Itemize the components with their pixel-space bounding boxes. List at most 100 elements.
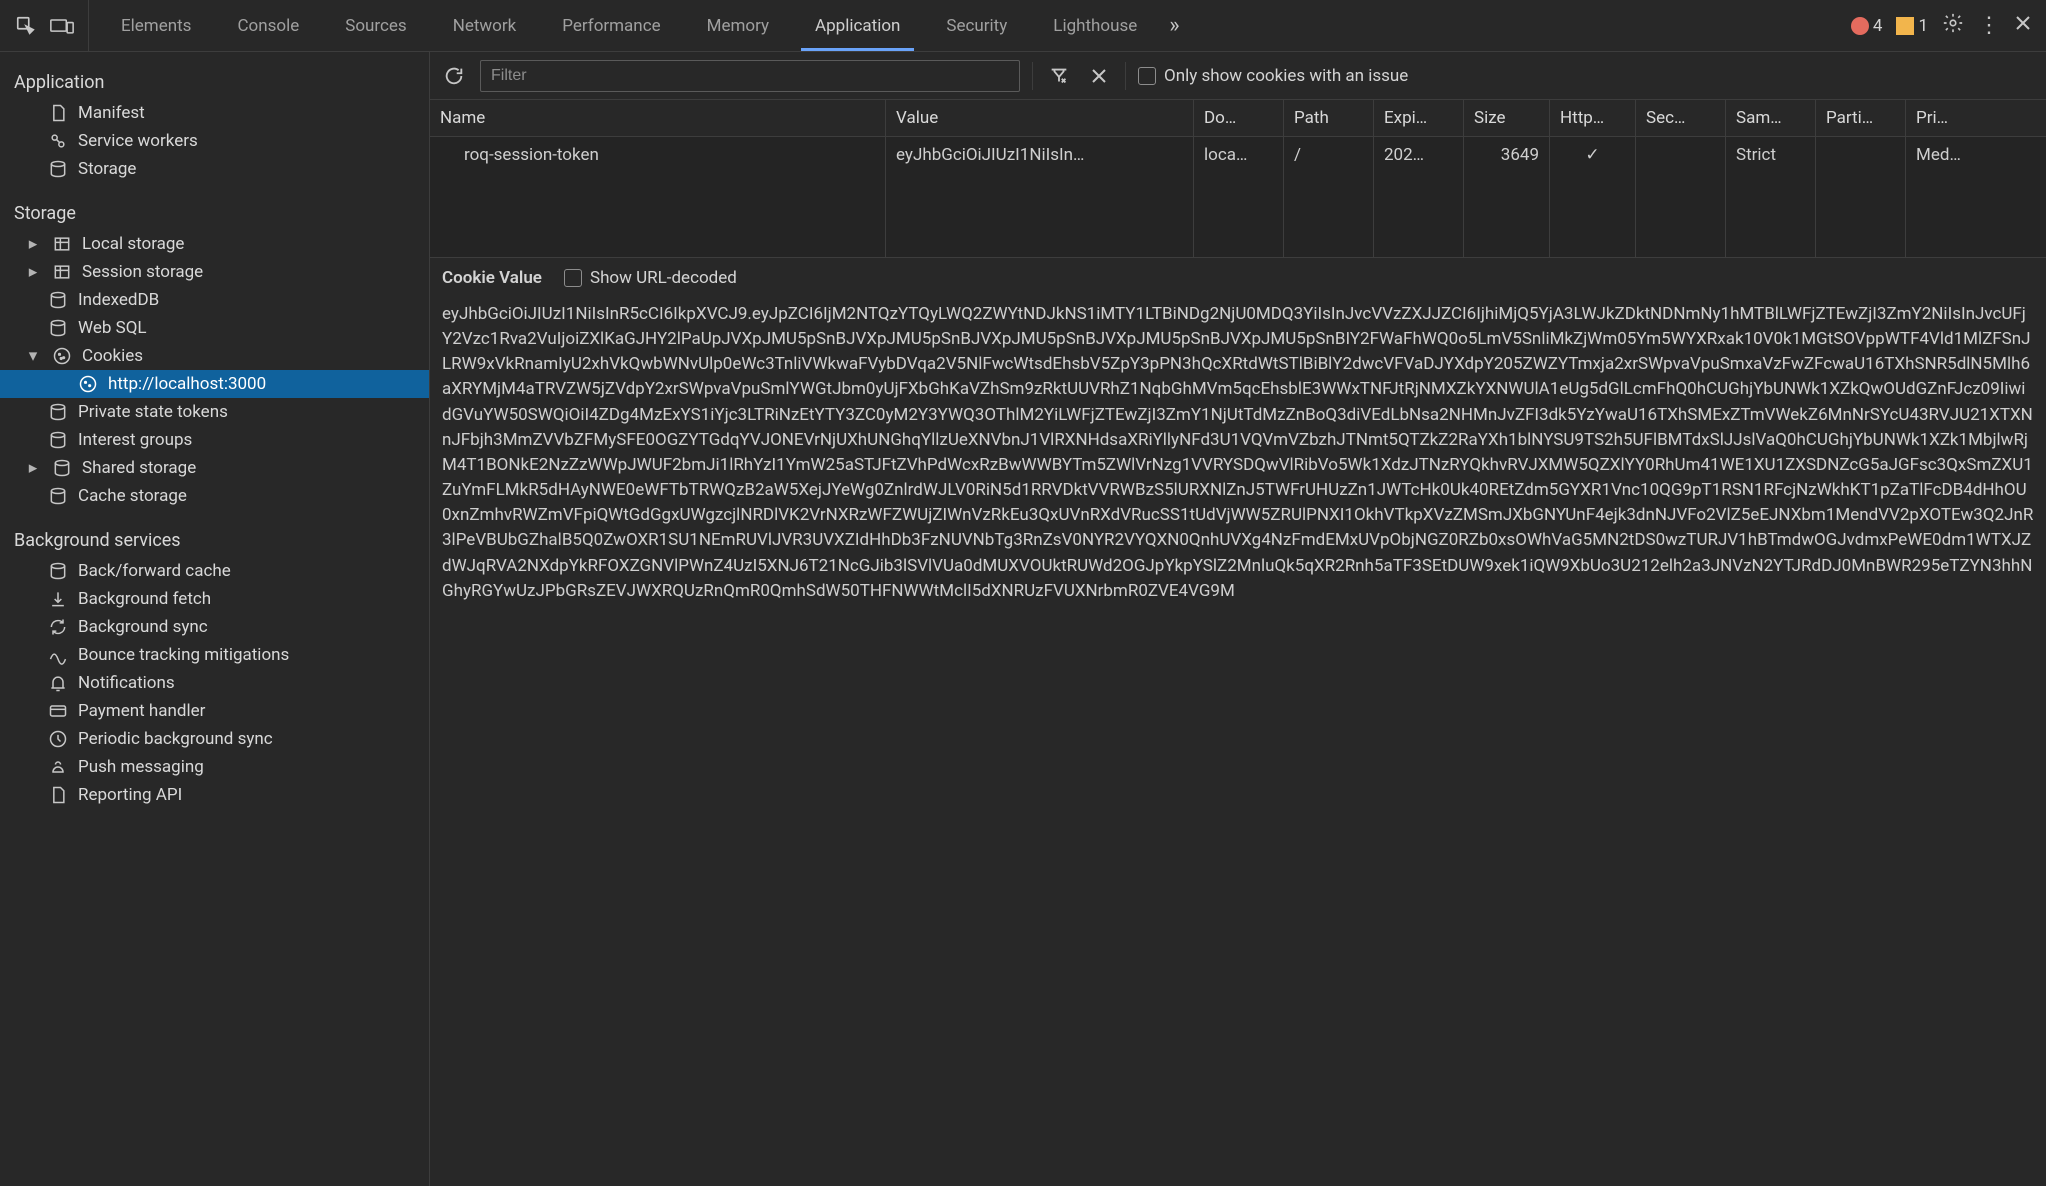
- filter-input[interactable]: [480, 60, 1020, 92]
- cell-domain: loca…: [1194, 137, 1284, 257]
- section-application: Application: [0, 62, 429, 99]
- col-secure[interactable]: Sec…: [1636, 100, 1726, 136]
- sidebar-item-label: Shared storage: [82, 458, 196, 478]
- sidebar-item-label: Bounce tracking mitigations: [78, 645, 289, 665]
- col-path[interactable]: Path: [1284, 100, 1374, 136]
- cookies-table-header: Name Value Do… Path Expi… Size Http… Sec…: [430, 100, 2046, 137]
- sidebar-item-service-workers[interactable]: Service workers: [0, 127, 429, 155]
- tab-console[interactable]: Console: [223, 0, 313, 51]
- sidebar-item-label: Back/forward cache: [78, 561, 231, 581]
- sidebar-item-manifest[interactable]: Manifest: [0, 99, 429, 127]
- expand-icon[interactable]: ▸: [24, 234, 42, 254]
- sidebar-item-reporting-api[interactable]: Reporting API: [0, 781, 429, 809]
- sidebar-item-label: IndexedDB: [78, 290, 159, 310]
- sidebar-item-label: Session storage: [82, 262, 203, 282]
- section-background-services: Background services: [0, 520, 429, 557]
- application-sidebar: Application Manifest Service workers Sto…: [0, 52, 430, 1186]
- sidebar-item-push-messaging[interactable]: Push messaging: [0, 753, 429, 781]
- checkbox-icon: [564, 269, 582, 287]
- sidebar-item-session-storage[interactable]: ▸ Session storage: [0, 258, 429, 286]
- tab-sources[interactable]: Sources: [331, 0, 420, 51]
- sidebar-item-cookies-origin[interactable]: http://localhost:3000: [0, 370, 429, 398]
- col-value[interactable]: Value: [886, 100, 1194, 136]
- sidebar-item-label: Service workers: [78, 131, 198, 151]
- col-httponly[interactable]: Http…: [1550, 100, 1636, 136]
- sidebar-item-bounce-tracking[interactable]: Bounce tracking mitigations: [0, 641, 429, 669]
- sidebar-item-cache-storage[interactable]: Cache storage: [0, 482, 429, 510]
- col-size[interactable]: Size: [1464, 100, 1550, 136]
- sidebar-item-shared-storage[interactable]: ▸ Shared storage: [0, 454, 429, 482]
- sidebar-item-local-storage[interactable]: ▸ Local storage: [0, 230, 429, 258]
- sidebar-item-periodic-sync[interactable]: Periodic background sync: [0, 725, 429, 753]
- kebab-menu-icon[interactable]: ⋮: [1978, 15, 2000, 37]
- tab-memory[interactable]: Memory: [693, 0, 783, 51]
- devtools-tabs: Elements Console Sources Network Perform…: [89, 0, 1851, 51]
- refresh-icon[interactable]: [440, 62, 468, 90]
- section-storage: Storage: [0, 193, 429, 230]
- cell-name: roq-session-token: [430, 137, 886, 257]
- clear-filter-icon[interactable]: [1045, 62, 1073, 90]
- error-count[interactable]: 4: [1851, 16, 1883, 36]
- tab-performance[interactable]: Performance: [548, 0, 674, 51]
- col-samesite[interactable]: Sam…: [1726, 100, 1816, 136]
- error-icon: [1851, 17, 1869, 35]
- sidebar-item-label: Payment handler: [78, 701, 205, 721]
- sidebar-item-label: Storage: [78, 159, 136, 179]
- expand-icon[interactable]: ▸: [24, 458, 42, 478]
- more-tabs-icon[interactable]: »: [1169, 13, 1179, 38]
- warning-count-value: 1: [1918, 16, 1928, 36]
- sidebar-item-background-fetch[interactable]: Background fetch: [0, 585, 429, 613]
- tab-elements[interactable]: Elements: [107, 0, 205, 51]
- checkbox-icon: [1138, 67, 1156, 85]
- tab-lighthouse[interactable]: Lighthouse: [1039, 0, 1151, 51]
- tab-security[interactable]: Security: [932, 0, 1021, 51]
- sidebar-item-label: Periodic background sync: [78, 729, 273, 749]
- cell-samesite: Strict: [1726, 137, 1816, 257]
- expand-icon[interactable]: ▸: [24, 262, 42, 282]
- cell-secure: [1636, 137, 1726, 257]
- device-toolbar-icon[interactable]: [44, 8, 80, 44]
- sidebar-item-payment-handler[interactable]: Payment handler: [0, 697, 429, 725]
- table-row[interactable]: roq-session-token eyJhbGciOiJIUzI1NiIsIn…: [430, 137, 2046, 257]
- cookie-value-label: Cookie Value: [442, 268, 542, 288]
- sidebar-item-indexeddb[interactable]: IndexedDB: [0, 286, 429, 314]
- settings-icon[interactable]: [1942, 12, 1964, 39]
- sidebar-item-label: Reporting API: [78, 785, 182, 805]
- collapse-icon[interactable]: ▾: [24, 346, 42, 366]
- clear-all-icon[interactable]: [1085, 62, 1113, 90]
- col-name[interactable]: Name: [430, 100, 886, 136]
- cell-priority: Med…: [1906, 137, 1996, 257]
- sidebar-item-private-state-tokens[interactable]: Private state tokens: [0, 398, 429, 426]
- tab-network[interactable]: Network: [439, 0, 531, 51]
- tab-application[interactable]: Application: [801, 0, 914, 51]
- cell-expires: 202…: [1374, 137, 1464, 257]
- cell-httponly: ✓: [1550, 137, 1636, 257]
- sidebar-item-label: Cookies: [82, 346, 143, 366]
- col-domain[interactable]: Do…: [1194, 100, 1284, 136]
- warning-count[interactable]: 1: [1896, 16, 1928, 36]
- inspect-element-icon[interactable]: [8, 8, 44, 44]
- sidebar-item-cookies[interactable]: ▾ Cookies: [0, 342, 429, 370]
- only-issue-label: Only show cookies with an issue: [1164, 66, 1408, 86]
- sidebar-item-interest-groups[interactable]: Interest groups: [0, 426, 429, 454]
- sidebar-item-websql[interactable]: Web SQL: [0, 314, 429, 342]
- cell-partition: [1816, 137, 1906, 257]
- col-expires[interactable]: Expi…: [1374, 100, 1464, 136]
- only-issue-checkbox[interactable]: Only show cookies with an issue: [1138, 66, 1408, 86]
- sidebar-item-notifications[interactable]: Notifications: [0, 669, 429, 697]
- sidebar-item-label: Interest groups: [78, 430, 192, 450]
- col-priority[interactable]: Pri…: [1906, 100, 1996, 136]
- sidebar-item-label: Local storage: [82, 234, 184, 254]
- sidebar-item-label: Background fetch: [78, 589, 211, 609]
- close-devtools-icon[interactable]: [2014, 14, 2032, 37]
- sidebar-item-label: Cache storage: [78, 486, 187, 506]
- sidebar-item-bfcache[interactable]: Back/forward cache: [0, 557, 429, 585]
- cookie-value-text[interactable]: eyJhbGciOiJIUzI1NiIsInR5cCI6IkpXVCJ9.eyJ…: [430, 298, 2046, 1186]
- show-url-decoded-label: Show URL-decoded: [590, 268, 737, 288]
- show-url-decoded-checkbox[interactable]: Show URL-decoded: [564, 268, 737, 288]
- sidebar-item-label: Notifications: [78, 673, 175, 693]
- cell-size: 3649: [1464, 137, 1550, 257]
- col-partition[interactable]: Parti…: [1816, 100, 1906, 136]
- sidebar-item-storage-summary[interactable]: Storage: [0, 155, 429, 183]
- sidebar-item-background-sync[interactable]: Background sync: [0, 613, 429, 641]
